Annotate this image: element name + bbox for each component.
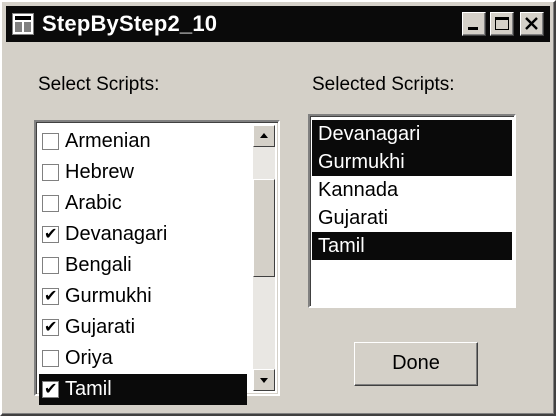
- selected-list-item[interactable]: Gujarati: [312, 204, 512, 232]
- list-item[interactable]: Bengali: [39, 250, 247, 281]
- checkbox-unchecked[interactable]: [42, 164, 59, 181]
- title-bar[interactable]: StepByStep2_10: [6, 6, 550, 42]
- maximize-button[interactable]: [490, 12, 514, 36]
- minimize-button[interactable]: [462, 12, 486, 36]
- list-item-label: Gurmukhi: [65, 285, 152, 307]
- list-item[interactable]: Hebrew: [39, 157, 247, 188]
- done-button[interactable]: Done: [354, 342, 478, 386]
- list-item-label: Hebrew: [65, 161, 134, 183]
- close-button[interactable]: [520, 12, 544, 36]
- checkbox-unchecked[interactable]: [42, 195, 59, 212]
- selected-scripts-label: Selected Scripts:: [312, 74, 455, 95]
- list-item[interactable]: Oriya: [39, 343, 247, 374]
- list-item-label: Devanagari: [65, 223, 168, 245]
- checkbox-checked[interactable]: [42, 286, 59, 305]
- checkbox-checked[interactable]: [42, 317, 59, 336]
- checkbox-unchecked[interactable]: [42, 350, 59, 367]
- list-item-label: Oriya: [65, 347, 113, 369]
- dialog-window: StepByStep2_10 Select Scripts: Selected …: [0, 0, 556, 416]
- selected-scripts-listbox[interactable]: Devanagari Gurmukhi Kannada Gujarati Tamil: [308, 114, 516, 308]
- minimize-icon: [468, 27, 478, 30]
- arrow-down-icon: [260, 378, 268, 383]
- close-icon: [525, 17, 538, 30]
- list-item-label: Tamil: [65, 378, 112, 400]
- checkbox-checked[interactable]: [42, 379, 59, 398]
- list-item-label: Armenian: [65, 130, 151, 152]
- list-item[interactable]: Tamil: [39, 374, 247, 405]
- selected-list-item[interactable]: Tamil: [312, 232, 512, 260]
- app-window-icon[interactable]: [12, 13, 34, 35]
- scripts-list: Armenian Hebrew Arabic Devanagari Bengali Gur…: [39, 126, 247, 405]
- window-title: StepByStep2_10: [42, 11, 218, 36]
- select-scripts-label: Select Scripts:: [38, 74, 160, 95]
- scroll-down-button[interactable]: [253, 369, 275, 391]
- checkbox-unchecked[interactable]: [42, 257, 59, 274]
- arrow-up-icon: [260, 133, 268, 138]
- selected-list-item[interactable]: Gurmukhi: [312, 148, 512, 176]
- maximize-icon: [495, 17, 509, 30]
- scripts-checked-listbox[interactable]: Armenian Hebrew Arabic Devanagari Bengali Gur…: [34, 120, 280, 405]
- selected-list-item[interactable]: Devanagari: [312, 120, 512, 148]
- vertical-scrollbar[interactable]: [253, 125, 275, 391]
- scroll-up-button[interactable]: [253, 125, 275, 147]
- scrollbar-thumb[interactable]: [253, 179, 275, 277]
- list-item[interactable]: Gurmukhi: [39, 281, 247, 312]
- checkbox-checked[interactable]: [42, 224, 59, 243]
- list-item[interactable]: Gujarati: [39, 312, 247, 343]
- list-item-label: Gujarati: [65, 316, 136, 338]
- selected-scripts-list: Devanagari Gurmukhi Kannada Gujarati Tamil: [312, 120, 512, 260]
- selected-list-item[interactable]: Kannada: [312, 176, 512, 204]
- list-item-label: Arabic: [65, 192, 122, 214]
- list-item[interactable]: Arabic: [39, 188, 247, 219]
- checkbox-unchecked[interactable]: [42, 133, 59, 150]
- list-item[interactable]: Armenian: [39, 126, 247, 157]
- list-item-label: Bengali: [65, 254, 132, 276]
- list-item[interactable]: Devanagari: [39, 219, 247, 250]
